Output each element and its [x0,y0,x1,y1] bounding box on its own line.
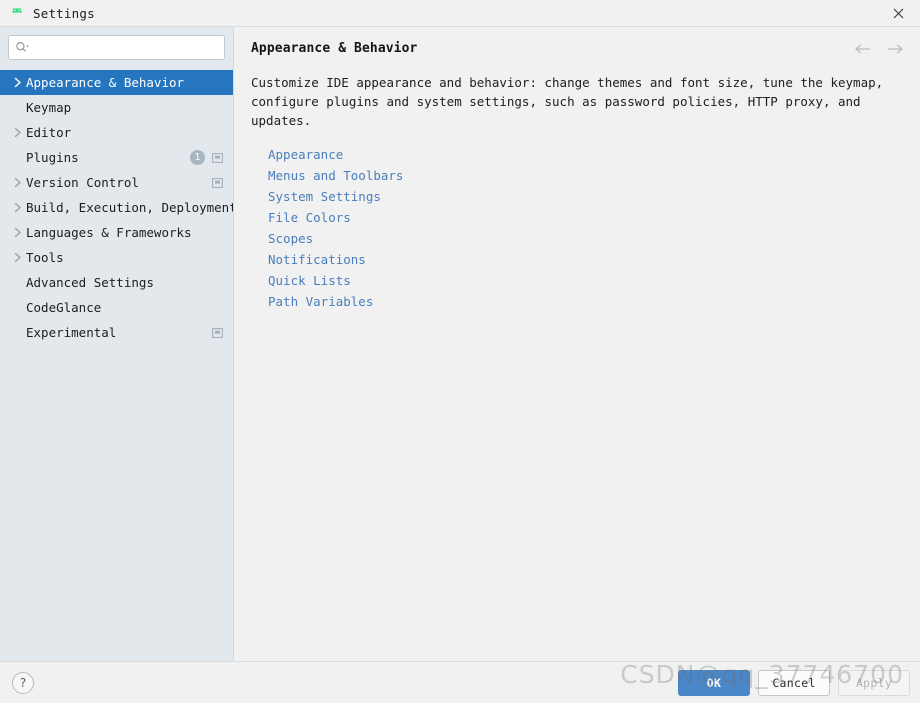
search-input[interactable] [34,40,218,55]
sidebar-item-appearance-behavior[interactable]: Appearance & Behavior [0,70,233,95]
apply-button[interactable]: Apply [838,669,910,696]
sidebar-item-version-control[interactable]: Version Control [0,170,233,195]
settings-dialog: Settings Appearance & Behavior Keymap Ed… [0,0,920,703]
sidebar-item-label: Experimental [26,325,117,340]
sidebar-item-label: Keymap [26,100,72,115]
settings-sidebar: Appearance & Behavior Keymap Editor Plugins… [0,27,234,661]
chevron-right-icon[interactable] [10,177,26,188]
content-header: Appearance & Behavior [234,27,920,56]
chevron-right-icon[interactable] [10,202,26,213]
dialog-footer: ? OK Cancel Apply [0,661,920,703]
settings-link-notifications[interactable]: Notifications [268,249,366,270]
android-robot-icon [9,5,25,21]
title-bar: Settings [0,0,920,27]
help-button[interactable]: ? [12,671,34,694]
sidebar-item-label: Advanced Settings [26,275,154,290]
settings-link-system-settings[interactable]: System Settings [268,186,381,207]
sidebar-item-label: Editor [26,125,72,140]
arrow-right-icon[interactable] [886,43,904,55]
chevron-right-icon[interactable] [10,252,26,263]
sidebar-item-build-execution-deployment[interactable]: Build, Execution, Deployment [0,195,233,220]
nav-arrows [854,42,904,55]
settings-link-file-colors[interactable]: File Colors [268,207,351,228]
settings-content-panel: Appearance & Behavior Customize IDE appe… [234,27,920,661]
page-title: Appearance & Behavior [251,41,418,56]
settings-link-scopes[interactable]: Scopes [268,228,313,249]
chevron-right-icon[interactable] [10,77,26,88]
arrow-left-icon[interactable] [854,43,872,55]
update-count-badge: 1 [190,150,205,165]
sidebar-item-plugins[interactable]: Plugins 1 [0,145,233,170]
panel-window-icon [212,327,223,338]
sidebar-item-label: Tools [26,250,64,265]
sidebar-item-advanced-settings[interactable]: Advanced Settings [0,270,233,295]
ok-button[interactable]: OK [678,669,750,696]
chevron-right-icon[interactable] [10,127,26,138]
sidebar-item-codeglance[interactable]: CodeGlance [0,295,233,320]
settings-link-quick-lists[interactable]: Quick Lists [268,270,351,291]
search-box[interactable] [8,35,225,60]
settings-link-list: Appearance Menus and Toolbars System Setti… [234,130,920,312]
sidebar-item-keymap[interactable]: Keymap [0,95,233,120]
sidebar-item-experimental[interactable]: Experimental [0,320,233,345]
dialog-button-row: OK Cancel Apply [678,669,910,696]
page-description: Customize IDE appearance and behavior: c… [251,75,884,128]
sidebar-item-editor[interactable]: Editor [0,120,233,145]
settings-link-appearance[interactable]: Appearance [268,144,343,165]
sidebar-item-languages-frameworks[interactable]: Languages & Frameworks [0,220,233,245]
settings-tree: Appearance & Behavior Keymap Editor Plugins… [0,68,233,661]
close-icon[interactable] [876,0,920,26]
panel-window-icon [212,177,223,188]
cancel-button[interactable]: Cancel [758,669,830,696]
sidebar-item-label: Build, Execution, Deployment [26,200,233,215]
sidebar-item-label: CodeGlance [26,300,102,315]
sidebar-item-label: Languages & Frameworks [26,225,192,240]
sidebar-item-label: Version Control [26,175,139,190]
window-title: Settings [33,5,95,21]
panel-window-icon [212,152,223,163]
settings-link-path-variables[interactable]: Path Variables [268,291,373,312]
sidebar-item-tools[interactable]: Tools [0,245,233,270]
chevron-right-icon[interactable] [10,227,26,238]
dialog-body: Appearance & Behavior Keymap Editor Plugins… [0,27,920,661]
sidebar-item-label: Plugins [26,150,79,165]
sidebar-item-label: Appearance & Behavior [26,75,185,90]
search-icon [15,41,30,54]
search-container [0,32,233,68]
settings-link-menus-and-toolbars[interactable]: Menus and Toolbars [268,165,403,186]
